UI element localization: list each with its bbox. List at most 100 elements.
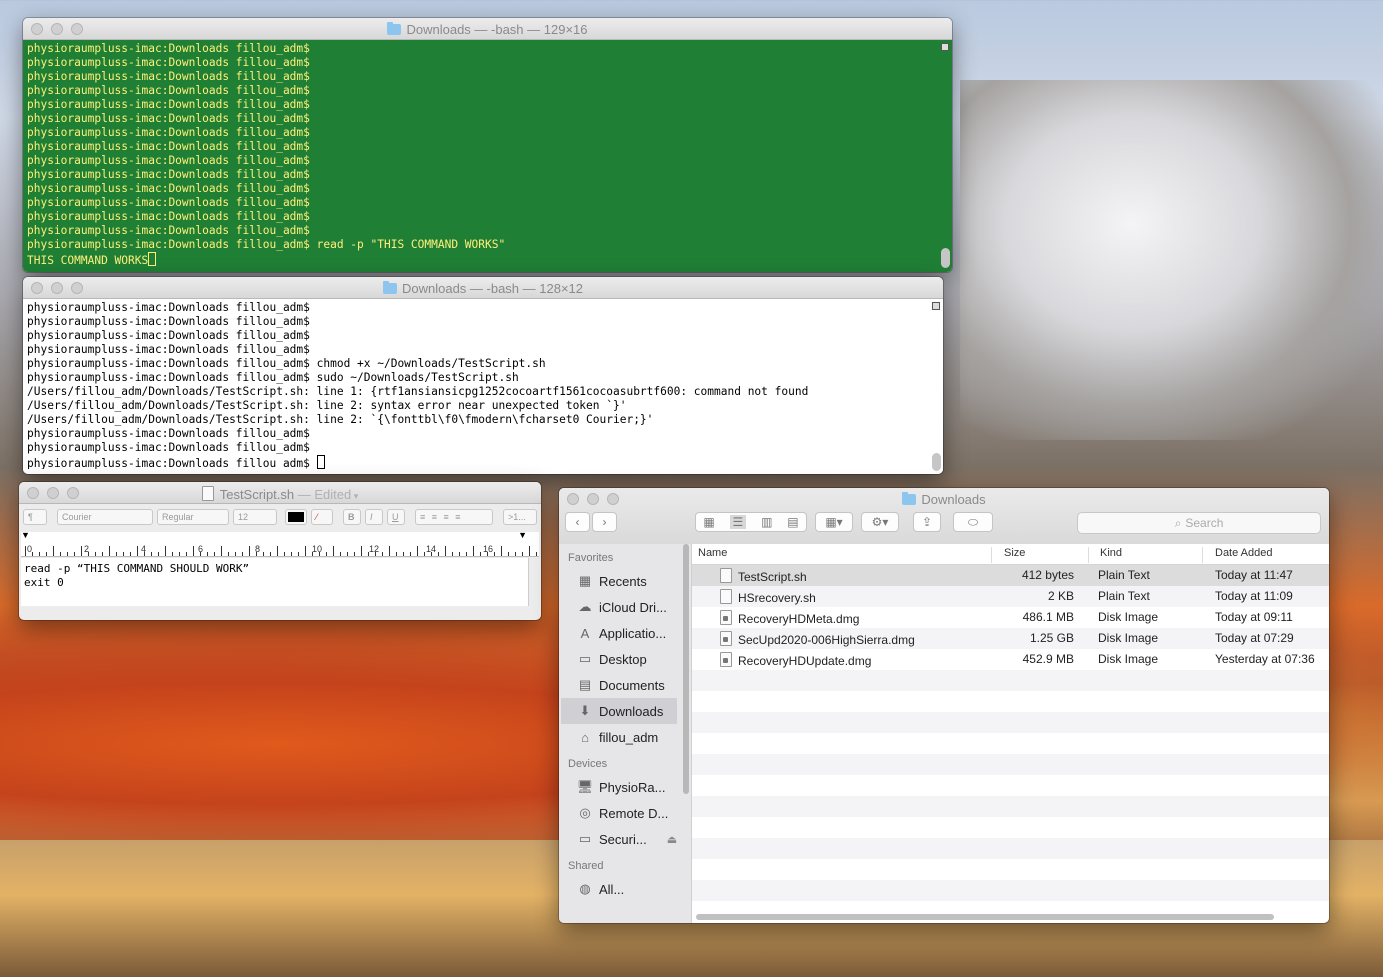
- sidebar-item-icloud-dri[interactable]: ☁ iCloud Dri...: [559, 594, 691, 620]
- table-row[interactable]: SecUpd2020-006HighSierra.dmg 1.25 GB Disk …: [692, 628, 1329, 649]
- underline-button[interactable]: U: [387, 509, 405, 525]
- terminal-line[interactable]: /Users/fillou_adm/Downloads/TestScript.s…: [27, 399, 939, 413]
- textedit-titlebar[interactable]: TestScript.sh — Edited ▾: [19, 482, 541, 504]
- finder-window[interactable]: Downloads ‹ › ▦ ☰ ▥ ▤ ▦▾ ⚙▾ ⇪ ⬭ ⌕ Search …: [559, 488, 1329, 923]
- format-bar: ¶ Courier Regular 12 ⁄ B I U ≡ ≡ ≡ ≡ >1.…: [19, 504, 541, 530]
- icon-view-icon[interactable]: ▦: [703, 515, 714, 529]
- italic-button[interactable]: I: [365, 509, 383, 525]
- terminal-line[interactable]: physioraumpluss-imac:Downloads fillou_ad…: [27, 441, 939, 455]
- terminal-line[interactable]: physioraumpluss-imac:Downloads fillou_ad…: [27, 315, 939, 329]
- ruler[interactable]: 0 2 4 6 8 10 12 14 16 ▼ ▼: [21, 530, 539, 557]
- terminal-1-scrollbar[interactable]: [941, 248, 950, 268]
- paragraph-styles-popup[interactable]: ¶: [23, 509, 47, 525]
- list-bullets-popup[interactable]: >1...: [503, 509, 537, 525]
- gallery-view-icon[interactable]: ▤: [787, 515, 798, 529]
- terminal-2-scrollbar[interactable]: [932, 453, 941, 471]
- edit-tags-icon[interactable]: ⬭: [953, 512, 993, 532]
- background-color-well[interactable]: ⁄: [311, 509, 333, 525]
- terminal-line[interactable]: physioraumpluss-imac:Downloads fillou_ad…: [27, 238, 948, 252]
- ruler-tick: [151, 552, 152, 556]
- search-field[interactable]: ⌕ Search: [1077, 512, 1321, 534]
- terminal-window-2[interactable]: Downloads — -bash — 128×12 physioraumplu…: [23, 277, 943, 474]
- column-header-size[interactable]: Size: [1004, 547, 1025, 559]
- terminal-output-line[interactable]: THIS COMMAND WORKS: [27, 252, 948, 266]
- terminal-line[interactable]: /Users/fillou_adm/Downloads/TestScript.s…: [27, 385, 939, 399]
- view-mode-buttons[interactable]: ▦ ☰ ▥ ▤: [695, 512, 807, 532]
- chevron-down-icon[interactable]: ▾: [351, 491, 359, 501]
- text-color-well[interactable]: [285, 509, 307, 525]
- terminal-line[interactable]: physioraumpluss-imac:Downloads fillou_ad…: [27, 84, 948, 98]
- sidebar-item-downloads[interactable]: ⬇ Downloads: [561, 698, 677, 724]
- terminal-1-output[interactable]: physioraumpluss-imac:Downloads fillou_ad…: [23, 40, 952, 272]
- forward-button[interactable]: ›: [592, 512, 617, 532]
- terminal-line[interactable]: physioraumpluss-imac:Downloads fillou_ad…: [27, 168, 948, 182]
- terminal-1-text[interactable]: physioraumpluss-imac:Downloads fillou_ad…: [23, 40, 952, 268]
- sidebar-item-documents[interactable]: ▤ Documents: [559, 672, 691, 698]
- textedit-window[interactable]: TestScript.sh — Edited ▾ ¶ Courier Regul…: [19, 482, 541, 620]
- alignment-buttons[interactable]: ≡ ≡ ≡ ≡: [415, 509, 493, 525]
- terminal-line[interactable]: physioraumpluss-imac:Downloads fillou_ad…: [27, 224, 948, 238]
- font-style-popup[interactable]: Regular: [157, 509, 229, 525]
- terminal-line[interactable]: physioraumpluss-imac:Downloads fillou_ad…: [27, 56, 948, 70]
- bold-button[interactable]: B: [343, 509, 361, 525]
- list-view-icon[interactable]: ☰: [729, 515, 747, 529]
- terminal-line[interactable]: physioraumpluss-imac:Downloads fillou_ad…: [27, 427, 939, 441]
- terminal-line[interactable]: physioraumpluss-imac:Downloads fillou_ad…: [27, 329, 939, 343]
- back-button[interactable]: ‹: [565, 512, 590, 532]
- column-view-icon[interactable]: ▥: [761, 515, 772, 529]
- terminal-line[interactable]: physioraumpluss-imac:Downloads fillou_ad…: [27, 371, 939, 385]
- sidebar-item-fillou-adm[interactable]: ⌂ fillou_adm: [559, 724, 691, 750]
- sidebar-item-recents[interactable]: ▦ Recents: [559, 568, 691, 594]
- sidebar-item-physiora[interactable]: 🖥 PhysioRa...: [559, 774, 691, 800]
- action-gear-icon[interactable]: ⚙▾: [861, 512, 899, 532]
- table-row[interactable]: RecoveryHDUpdate.dmg 452.9 MB Disk Image Ye…: [692, 649, 1329, 670]
- share-icon[interactable]: ⇪: [913, 512, 941, 532]
- column-header-name[interactable]: Name: [698, 547, 727, 559]
- document-line[interactable]: exit 0: [24, 576, 525, 590]
- sidebar-item-all[interactable]: ◍ All...: [559, 876, 691, 902]
- right-margin-marker[interactable]: ▼: [518, 530, 527, 540]
- ruler-tick: [235, 552, 236, 556]
- terminal-prompt-line[interactable]: physioraumpluss-imac:Downloads fillou_ad…: [27, 455, 939, 469]
- font-size-field[interactable]: 12: [233, 509, 277, 525]
- column-header-date-added[interactable]: Date Added: [1215, 547, 1273, 559]
- terminal-line[interactable]: physioraumpluss-imac:Downloads fillou_ad…: [27, 154, 948, 168]
- terminal-line[interactable]: physioraumpluss-imac:Downloads fillou_ad…: [27, 182, 948, 196]
- table-row[interactable]: RecoveryHDMeta.dmg 486.1 MB Disk Image Toda…: [692, 607, 1329, 628]
- terminal-2-text[interactable]: physioraumpluss-imac:Downloads fillou_ad…: [23, 299, 943, 471]
- terminal-line[interactable]: physioraumpluss-imac:Downloads fillou_ad…: [27, 357, 939, 371]
- sidebar-item-remote-d[interactable]: ◎ Remote D...: [559, 800, 691, 826]
- terminal-line[interactable]: physioraumpluss-imac:Downloads fillou_ad…: [27, 196, 948, 210]
- horizontal-scrollbar[interactable]: [696, 914, 1274, 920]
- document-text-area[interactable]: read -p “THIS COMMAND SHOULD WORK” exit 0: [21, 558, 529, 606]
- terminal-line[interactable]: physioraumpluss-imac:Downloads fillou_ad…: [27, 112, 948, 126]
- terminal-line[interactable]: /Users/fillou_adm/Downloads/TestScript.s…: [27, 413, 939, 427]
- split-view-icon[interactable]: [932, 302, 940, 310]
- split-view-icon[interactable]: [941, 43, 949, 51]
- sidebar-item-securi[interactable]: ▭ Securi... ⏏: [559, 826, 691, 852]
- table-row[interactable]: HSrecovery.sh 2 KB Plain Text Today at 11:0…: [692, 586, 1329, 607]
- terminal-1-titlebar[interactable]: Downloads — -bash — 129×16: [23, 18, 952, 40]
- terminal-line[interactable]: physioraumpluss-imac:Downloads fillou_ad…: [27, 343, 939, 357]
- edited-status[interactable]: — Edited: [298, 487, 351, 502]
- terminal-line[interactable]: physioraumpluss-imac:Downloads fillou_ad…: [27, 126, 948, 140]
- document-line[interactable]: read -p “THIS COMMAND SHOULD WORK”: [24, 562, 525, 576]
- eject-icon[interactable]: ⏏: [667, 833, 677, 846]
- table-row[interactable]: TestScript.sh 412 bytes Plain Text Today at…: [692, 565, 1329, 586]
- terminal-line[interactable]: physioraumpluss-imac:Downloads fillou_ad…: [27, 140, 948, 154]
- sidebar-item-desktop[interactable]: ▭ Desktop: [559, 646, 691, 672]
- terminal-line[interactable]: physioraumpluss-imac:Downloads fillou_ad…: [27, 301, 939, 315]
- terminal-line[interactable]: physioraumpluss-imac:Downloads fillou_ad…: [27, 42, 948, 56]
- sidebar-scrollbar[interactable]: [683, 544, 689, 794]
- terminal-window-1[interactable]: Downloads — -bash — 129×16 physioraumplu…: [23, 18, 952, 272]
- group-by-button[interactable]: ▦▾: [815, 512, 853, 532]
- terminal-line[interactable]: physioraumpluss-imac:Downloads fillou_ad…: [27, 98, 948, 112]
- left-margin-marker[interactable]: ▼: [21, 530, 30, 540]
- sidebar-item-applicatio[interactable]: A Applicatio...: [559, 620, 691, 646]
- terminal-line[interactable]: physioraumpluss-imac:Downloads fillou_ad…: [27, 210, 948, 224]
- column-header-kind[interactable]: Kind: [1100, 547, 1122, 559]
- terminal-2-titlebar[interactable]: Downloads — -bash — 128×12: [23, 277, 943, 299]
- font-family-popup[interactable]: Courier: [57, 509, 153, 525]
- terminal-line[interactable]: physioraumpluss-imac:Downloads fillou_ad…: [27, 70, 948, 84]
- terminal-2-output[interactable]: physioraumpluss-imac:Downloads fillou_ad…: [23, 299, 943, 474]
